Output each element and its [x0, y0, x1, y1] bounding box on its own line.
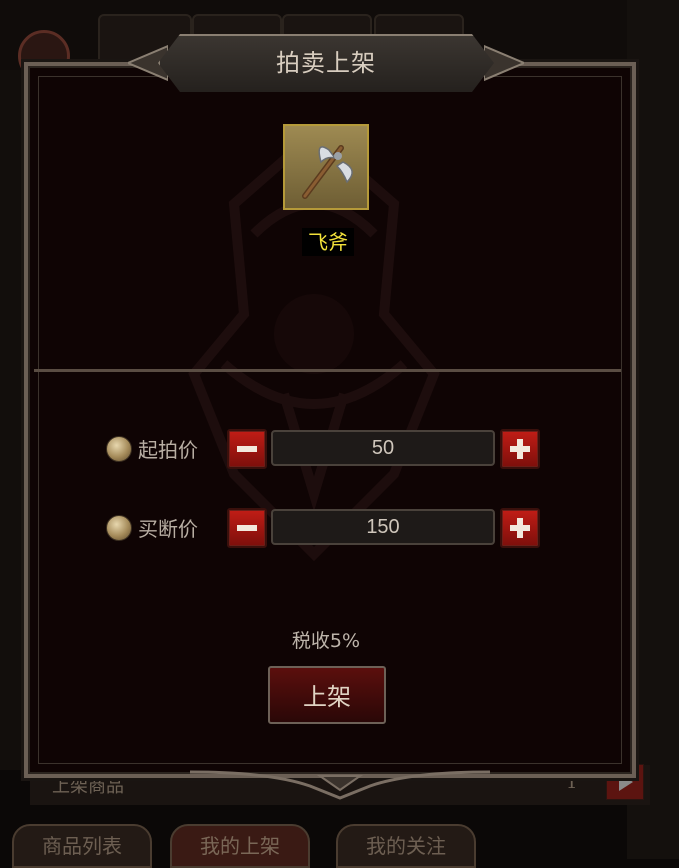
- start-price-decrease-button[interactable]: [227, 429, 267, 469]
- buyout-price-input[interactable]: 150: [271, 509, 495, 545]
- dialog-bottom-ornament: [190, 770, 490, 800]
- dialog-title: 拍卖上架: [276, 49, 376, 77]
- axe-icon: [302, 145, 353, 199]
- item-name: 飞斧: [302, 228, 354, 256]
- tax-info: 税收5%: [291, 630, 361, 652]
- tab-item-list[interactable]: 商品列表: [12, 824, 152, 868]
- buyout-price-label: 买断价: [138, 517, 198, 541]
- start-price-increase-button[interactable]: [500, 429, 540, 469]
- start-price-label: 起拍价: [138, 438, 198, 462]
- item-slot[interactable]: [283, 124, 369, 210]
- coin-icon: [106, 515, 132, 541]
- buyout-price-increase-button[interactable]: [500, 508, 540, 548]
- coin-icon: [106, 436, 132, 462]
- start-price-input[interactable]: 50: [271, 430, 495, 466]
- buyout-price-decrease-button[interactable]: [227, 508, 267, 548]
- tab-my-watchlist[interactable]: 我的关注: [336, 824, 476, 868]
- section-divider: [34, 369, 621, 372]
- tab-my-listings[interactable]: 我的上架: [170, 824, 310, 868]
- background-left-panel: [0, 70, 24, 770]
- list-item-button[interactable]: 上架: [268, 666, 386, 724]
